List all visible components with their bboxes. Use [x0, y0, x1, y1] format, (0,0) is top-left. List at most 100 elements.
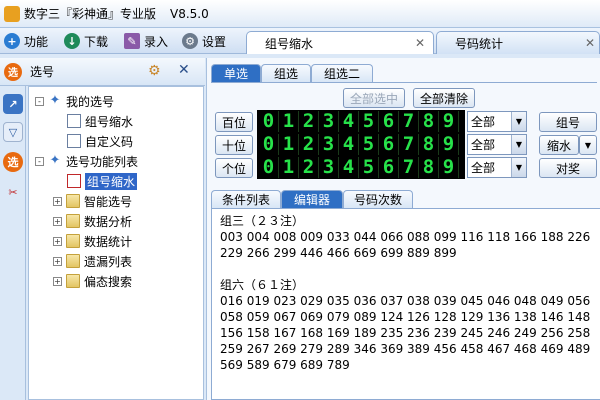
digit-toggle[interactable]: 6: [379, 157, 399, 178]
tree-node-missing-list[interactable]: + 遗漏列表: [53, 251, 132, 271]
digit-toggle[interactable]: 0: [259, 111, 279, 132]
digit-toggle[interactable]: 2: [299, 134, 319, 155]
title-bar: 数字三『彩神通』专业版 V8.5.0: [0, 0, 600, 28]
hundreds-button[interactable]: 百位: [215, 112, 253, 132]
digit-toggle[interactable]: 2: [299, 111, 319, 132]
digit-toggle[interactable]: 2: [299, 157, 319, 178]
tens-filter-select[interactable]: 全部 ▼: [467, 134, 527, 155]
toolbar-function-button[interactable]: + 功能: [4, 31, 48, 51]
select-all-button[interactable]: 全部选中: [343, 88, 405, 108]
tab-condition-list[interactable]: 条件列表: [211, 190, 281, 208]
digit-toggle[interactable]: 4: [339, 111, 359, 132]
tools-icon[interactable]: ✂: [3, 182, 23, 202]
tree-node-smart-pick[interactable]: + 智能选号: [53, 191, 132, 211]
tab-group-pick-two[interactable]: 组选二: [311, 64, 373, 82]
tab-shrink-label: 组号缩水: [265, 36, 314, 51]
digit-toggle[interactable]: 1: [279, 134, 299, 155]
toolbar-download-label: 下载: [84, 34, 109, 49]
collapse-icon[interactable]: -: [35, 156, 44, 166]
shrink-dropdown-button[interactable]: ▼: [579, 135, 597, 155]
gear-icon[interactable]: ⚙: [148, 63, 161, 79]
expand-icon[interactable]: +: [53, 216, 62, 226]
tree-node-label: 组号缩水: [85, 114, 134, 129]
digit-toggle[interactable]: 7: [399, 111, 419, 132]
select-icon[interactable]: 选: [3, 152, 23, 172]
app-version: V8.5.0: [170, 6, 209, 21]
tab-number-stats[interactable]: 号码统计 ✕: [436, 31, 600, 54]
hundreds-filter-select[interactable]: 全部 ▼: [467, 111, 527, 132]
digit-toggle[interactable]: 0: [259, 134, 279, 155]
close-icon[interactable]: ✕: [585, 36, 595, 50]
digit-toggle[interactable]: 8: [419, 134, 439, 155]
digit-toggle[interactable]: 4: [339, 157, 359, 178]
tab-group-pick[interactable]: 组选: [261, 64, 311, 82]
digit-toggle[interactable]: 5: [359, 134, 379, 155]
digit-toggle[interactable]: 7: [399, 157, 419, 178]
result-editor[interactable]: 组三（２３注） 003 004 008 009 033 044 066 088 …: [211, 208, 600, 400]
close-icon[interactable]: ✕: [415, 36, 425, 50]
digit-toggle[interactable]: 7: [399, 134, 419, 155]
toolbar-import-button[interactable]: ✎ 录入: [124, 31, 168, 51]
digit-toggle[interactable]: 3: [319, 111, 339, 132]
expand-icon[interactable]: +: [53, 236, 62, 246]
check-prize-button[interactable]: 对奖: [539, 158, 597, 178]
filter-icon[interactable]: ▽: [3, 122, 23, 142]
units-button[interactable]: 个位: [215, 158, 253, 178]
digit-toggle[interactable]: 8: [419, 111, 439, 132]
digit-toggle[interactable]: 5: [359, 157, 379, 178]
document-icon: [67, 174, 81, 188]
chevron-down-icon[interactable]: ▼: [511, 158, 526, 177]
expand-icon[interactable]: +: [53, 276, 62, 286]
shrink-main-pane: 单选 组选 组选二 全部选中 全部清除 百位 0 1 2 3 4 5 6 7 8…: [206, 58, 600, 400]
digit-toggle[interactable]: 1: [279, 157, 299, 178]
document-icon: [67, 114, 81, 128]
chevron-down-icon[interactable]: ▼: [511, 135, 526, 154]
digit-toggle[interactable]: 3: [319, 157, 339, 178]
toolbar-settings-label: 设置: [202, 34, 227, 49]
clear-all-button[interactable]: 全部清除: [413, 88, 475, 108]
side-panel-title: 选号: [30, 65, 55, 79]
expand-icon[interactable]: +: [53, 196, 62, 206]
chart-icon[interactable]: ↗: [3, 94, 23, 114]
tab-shrink[interactable]: 组号缩水 ✕: [246, 31, 434, 54]
settings-icon: ⚙: [182, 33, 198, 49]
tree-node-label: 选号功能列表: [66, 154, 139, 169]
tab-divider: [211, 82, 597, 83]
digit-toggle[interactable]: 6: [379, 111, 399, 132]
toolbar-settings-button[interactable]: ⚙ 设置: [182, 31, 226, 51]
digit-toggle[interactable]: 8: [419, 157, 439, 178]
shrink-button[interactable]: 缩水: [539, 135, 579, 155]
digit-toggle[interactable]: 5: [359, 111, 379, 132]
tab-editor[interactable]: 编辑器: [281, 190, 343, 208]
collapse-icon[interactable]: -: [35, 96, 44, 106]
tree-node-shrink[interactable]: 组号缩水: [67, 171, 138, 191]
tree-node-data-analysis[interactable]: + 数据分析: [53, 211, 132, 231]
tens-digit-row: 0 1 2 3 4 5 6 7 8 9: [257, 133, 465, 156]
folder-icon: [66, 214, 80, 228]
digit-toggle[interactable]: 0: [259, 157, 279, 178]
digit-toggle[interactable]: 4: [339, 134, 359, 155]
tab-single-pick[interactable]: 单选: [211, 64, 261, 82]
expand-icon[interactable]: +: [53, 256, 62, 266]
units-filter-select[interactable]: 全部 ▼: [467, 157, 527, 178]
digit-toggle[interactable]: 3: [319, 134, 339, 155]
digit-toggle[interactable]: 9: [439, 157, 459, 178]
tree-node-shrink-saved[interactable]: 组号缩水: [67, 111, 133, 131]
digit-toggle[interactable]: 6: [379, 134, 399, 155]
tree-node-skew-search[interactable]: + 偏态搜索: [53, 271, 132, 291]
group-button[interactable]: 组号: [539, 112, 597, 132]
side-panel-header: 选 选号 ⚙ ✕: [0, 58, 205, 86]
tree-node-data-stats[interactable]: + 数据统计: [53, 231, 132, 251]
digit-toggle[interactable]: 1: [279, 111, 299, 132]
tree-node-my-picks[interactable]: - ✦ 我的选号: [35, 91, 114, 111]
tens-button[interactable]: 十位: [215, 135, 253, 155]
digit-toggle[interactable]: 9: [439, 134, 459, 155]
digit-toggle[interactable]: 9: [439, 111, 459, 132]
tab-number-count[interactable]: 号码次数: [343, 190, 413, 208]
chevron-down-icon[interactable]: ▼: [511, 112, 526, 131]
folder-icon: [66, 234, 80, 248]
tree-node-function-list[interactable]: - ✦ 选号功能列表: [35, 151, 138, 171]
close-icon[interactable]: ✕: [178, 62, 190, 78]
tree-node-custom-code[interactable]: 自定义码: [67, 131, 133, 151]
toolbar-download-button[interactable]: ↓ 下载: [64, 31, 108, 51]
